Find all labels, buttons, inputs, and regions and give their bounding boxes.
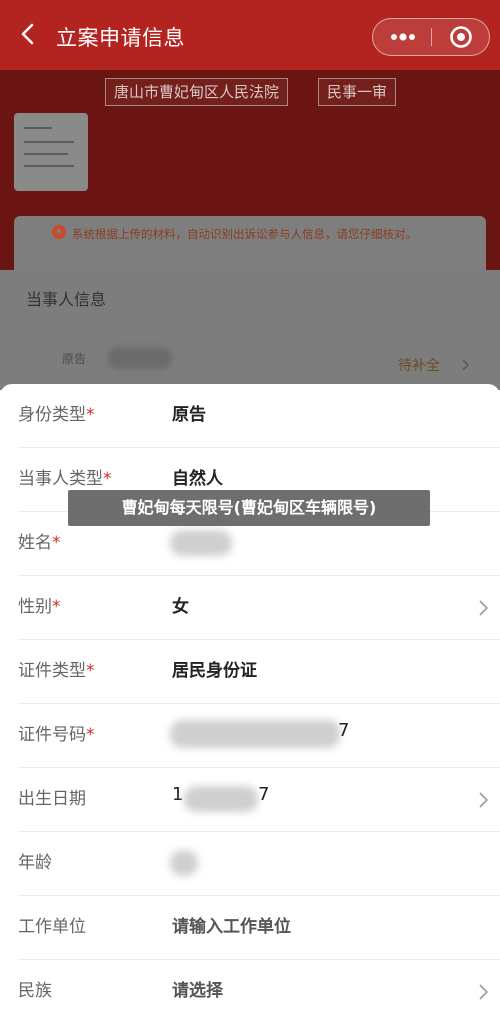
field-label: 性别: [18, 597, 52, 617]
mini-program-capsule: [372, 18, 490, 56]
id-type-value: 居民身份证: [172, 661, 257, 681]
redacted-id-number: [170, 720, 340, 748]
chevron-left-icon[interactable]: [14, 20, 42, 48]
case-type-tag: 民事一审: [318, 78, 397, 106]
form-row-ethnicity[interactable]: 民族 请选择: [0, 960, 500, 1024]
form-row-birth-date[interactable]: 出生日期 1 7: [0, 768, 500, 832]
id-number-tail: 7: [338, 720, 350, 741]
top-nav-bar: 立案申请信息: [0, 0, 500, 70]
party-role-label: 原告: [62, 352, 87, 366]
chevron-right-icon: [462, 359, 470, 371]
identity-type-value: 原告: [172, 405, 206, 425]
party-section-title: 当事人信息: [26, 290, 107, 309]
more-button[interactable]: [373, 19, 431, 55]
birth-date-head: 1: [172, 784, 184, 805]
close-button[interactable]: [431, 19, 489, 55]
required-mark: *: [86, 725, 95, 745]
form-row-employer[interactable]: 工作单位 请输入工作单位: [0, 896, 500, 960]
location-info-icon: [52, 225, 66, 239]
redacted-name: [108, 347, 172, 369]
required-mark: *: [86, 405, 95, 425]
chevron-right-icon: [479, 792, 489, 808]
field-label: 民族: [18, 981, 52, 1001]
party-status[interactable]: 待补全: [398, 355, 440, 375]
redacted-name-value: [170, 530, 232, 556]
notice-text: 系统根据上传的材料，自动识别出诉讼参与人信息，请您仔细核对。: [72, 227, 417, 241]
redacted-birth-date: [184, 786, 258, 812]
field-label: 出生日期: [18, 789, 86, 809]
field-label: 证件号码: [18, 725, 86, 745]
employer-input[interactable]: 请输入工作单位: [172, 912, 291, 937]
field-label: 年龄: [18, 853, 52, 873]
form-row-gender[interactable]: 性别* 女: [0, 576, 500, 640]
form-row-id-number[interactable]: 证件号码* 7: [0, 704, 500, 768]
court-name-tag: 唐山市曹妃甸区人民法院: [105, 78, 289, 106]
form-row-id-type[interactable]: 证件类型* 居民身份证: [0, 640, 500, 704]
watermark-banner: 曹妃甸每天限号(曹妃甸区车辆限号): [68, 490, 430, 526]
form-row-age[interactable]: 年龄: [0, 832, 500, 896]
required-mark: *: [86, 661, 95, 681]
ethnicity-select[interactable]: 请选择: [172, 976, 223, 1001]
required-mark: *: [103, 469, 112, 489]
document-thumbnail[interactable]: [14, 113, 88, 191]
birth-date-tail: 7: [258, 784, 270, 805]
field-label: 当事人类型: [18, 469, 103, 489]
page-title: 立案申请信息: [56, 26, 185, 50]
notice-card: 系统根据上传的材料，自动识别出诉讼参与人信息，请您仔细核对。: [14, 216, 486, 272]
field-label: 证件类型: [18, 661, 86, 681]
party-form-sheet: 身份类型* 原告 当事人类型* 自然人 姓名* 性别* 女 证件类型* 居民身份…: [0, 384, 500, 1018]
party-type-value: 自然人: [172, 469, 223, 489]
field-label: 工作单位: [18, 917, 86, 937]
target-close-icon: [450, 26, 472, 48]
form-row-identity-type[interactable]: 身份类型* 原告: [0, 384, 500, 448]
chevron-right-icon: [479, 600, 489, 616]
required-mark: *: [52, 597, 61, 617]
required-mark: *: [52, 533, 61, 553]
redacted-age: [170, 850, 198, 876]
field-label: 身份类型: [18, 405, 86, 425]
more-dots-icon: [391, 33, 415, 41]
field-label: 姓名: [18, 533, 52, 553]
gender-value: 女: [172, 597, 189, 617]
chevron-right-icon: [479, 984, 489, 1000]
